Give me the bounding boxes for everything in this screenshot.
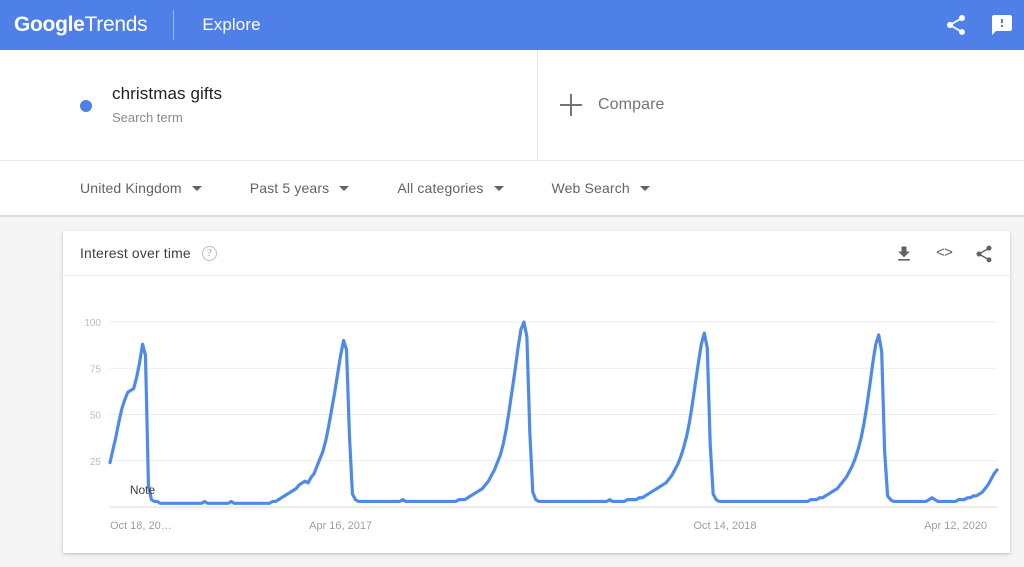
filter-location-label: United Kingdom [80,180,182,196]
help-icon[interactable]: ? [201,245,217,261]
card-title: Interest over time [80,245,191,261]
compare-label: Compare [598,96,665,113]
interest-over-time-card: Interest over time ? <> 25 50 75 100 Oct 18,… [63,231,1010,553]
logo-google-text: Google [14,13,85,36]
embed-icon[interactable]: <> [936,245,953,262]
trend-line-christmas-gifts [108,320,999,505]
filter-search-type-label: Web Search [551,180,630,196]
compare-button[interactable]: Compare [538,50,1024,160]
filter-time-range-label: Past 5 years [249,180,330,196]
chart-note-annotation: Note [130,483,156,497]
chart-area[interactable]: 25 50 75 100 Oct 18, 20… Apr 16, 2017 Oct 14, … [63,276,1010,553]
search-term-type: Search term [112,109,183,125]
x-axis-tick-label: Oct 18, 20… [110,520,172,532]
card-actions: <> [894,231,994,276]
chevron-down-icon [191,185,202,191]
filter-category-label: All categories [397,180,484,196]
search-term-text: christmas gifts Search term [112,83,222,128]
series-color-dot [80,100,92,112]
y-axis-tick-label: 100 [84,318,101,329]
y-axis-tick-label: 75 [90,364,102,375]
share-icon[interactable] [944,13,968,37]
download-icon[interactable] [894,244,914,264]
x-axis-tick-label: Apr 16, 2017 [309,520,372,532]
search-term-value: christmas gifts [112,83,223,103]
plus-icon [560,94,582,116]
card-header: Interest over time ? <> [63,231,1010,276]
nav-explore[interactable]: Explore [202,15,260,35]
top-app-bar: GoogleTrends Explore [0,0,1024,50]
chevron-down-icon [493,185,504,191]
y-axis-tick-label: 50 [90,411,102,422]
y-axis-tick-label: 25 [90,457,102,468]
search-term-card[interactable]: christmas gifts Search term [0,50,538,160]
chevron-down-icon [339,185,350,191]
share-icon[interactable] [974,244,994,264]
chevron-down-icon [639,185,650,191]
query-row: christmas gifts Search term Compare [0,50,1024,161]
x-axis-tick-label: Apr 12, 2020 [924,520,987,532]
x-axis-tick-label: Oct 14, 2018 [693,520,756,532]
filter-category[interactable]: All categories [397,180,504,196]
interest-over-time-chart[interactable]: 25 50 75 100 Oct 18, 20… Apr 16, 2017 Oct 14, … [63,276,1010,553]
filter-bar: United Kingdom Past 5 years All categori… [0,161,1024,217]
appbar-divider [173,10,175,40]
logo-trends-text: Trends [84,13,148,36]
filter-location[interactable]: United Kingdom [80,180,202,196]
filter-time-range[interactable]: Past 5 years [250,180,350,196]
filter-search-type[interactable]: Web Search [552,180,650,196]
appbar-actions [944,0,1014,50]
google-trends-logo[interactable]: GoogleTrends [14,13,148,37]
feedback-icon[interactable] [990,13,1014,37]
